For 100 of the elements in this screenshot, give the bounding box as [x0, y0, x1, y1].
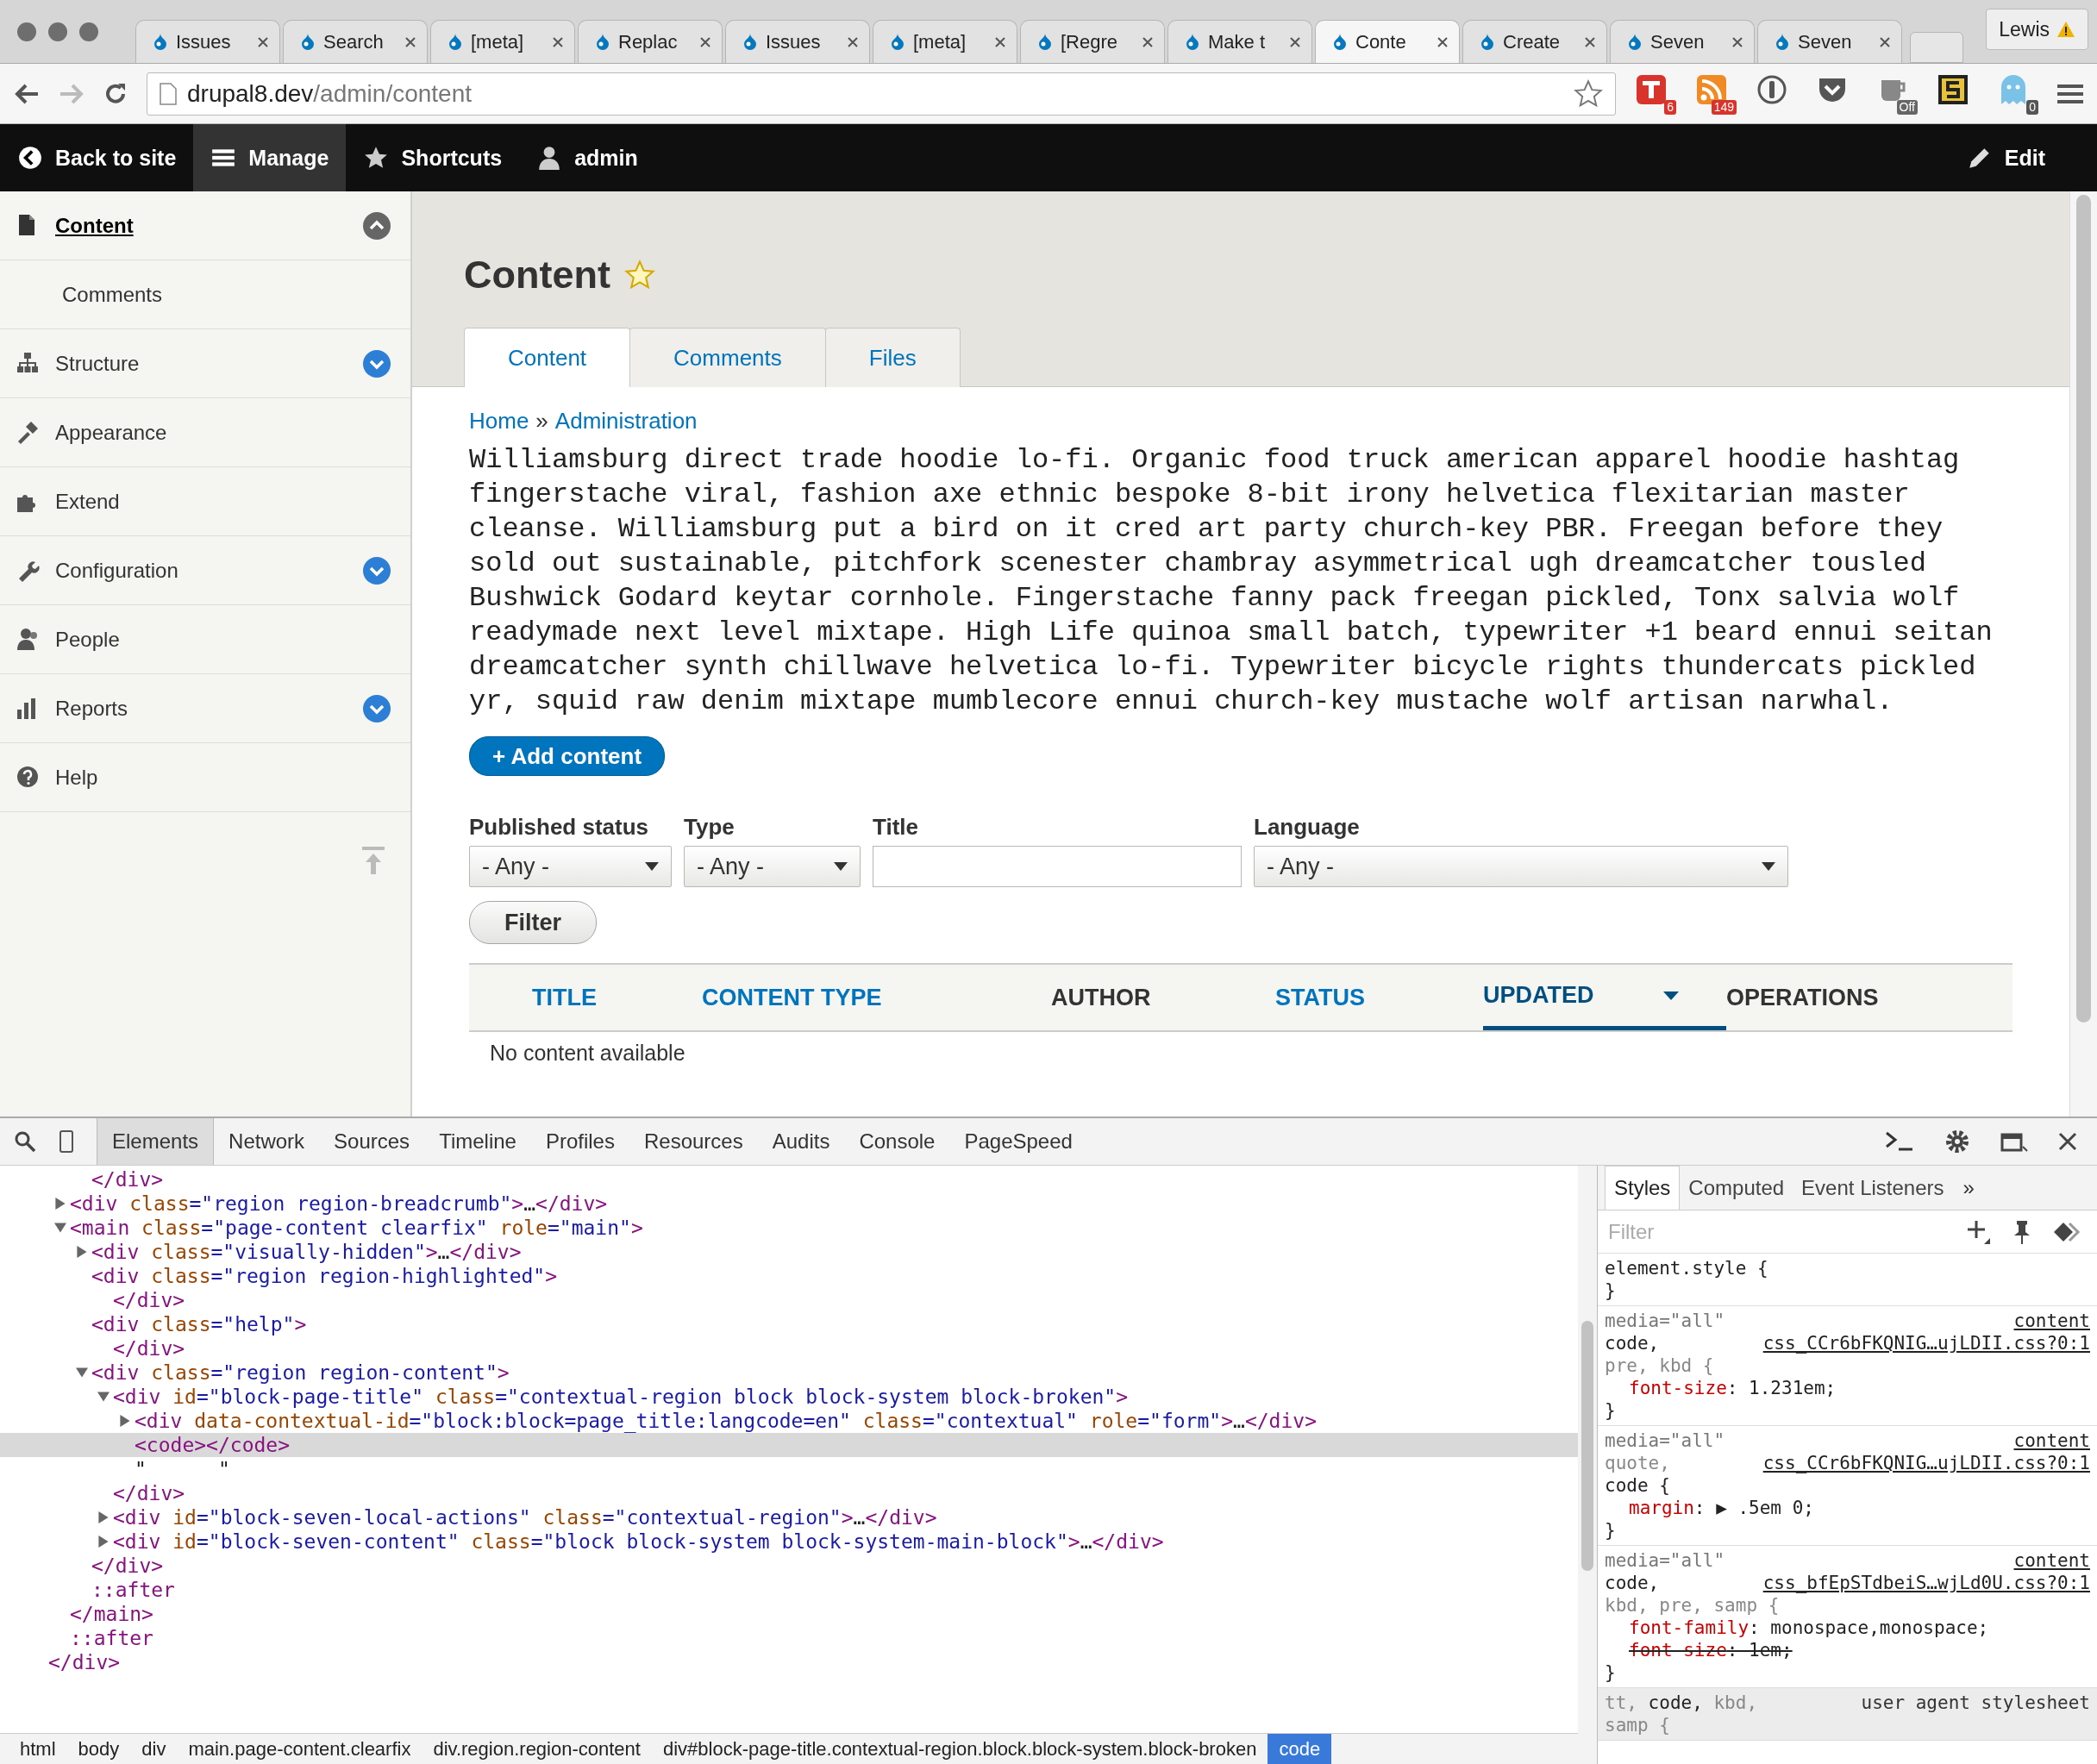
element-path-item[interactable]: div#block-page-title.contextual-region.block.block-system.block-broken [651, 1734, 1268, 1764]
toolbar-item[interactable]: Back to site [0, 124, 194, 191]
tree-row[interactable]: " " [0, 1457, 1578, 1481]
tree-row[interactable]: <main class="page-content clearfix" role="main"> [0, 1216, 1578, 1240]
sidebar-item[interactable]: Reports [0, 674, 410, 743]
close-icon[interactable] [1879, 35, 1891, 48]
browser-tab[interactable]: Seven [1757, 20, 1902, 63]
filter-field[interactable]: Filter [1606, 1218, 1945, 1245]
close-icon[interactable] [552, 35, 564, 48]
close-icon[interactable] [404, 35, 416, 48]
column-header[interactable]: STATUS [1275, 965, 1483, 1030]
tree-row[interactable]: </div> [0, 1554, 1578, 1578]
extension-button[interactable]: 6 [1635, 72, 1676, 115]
filter-button[interactable]: Filter [469, 901, 597, 944]
browser-tab[interactable]: [meta] [873, 20, 1017, 63]
expand-icon[interactable] [362, 348, 391, 378]
tree-row[interactable]: ::after [0, 1578, 1578, 1602]
tree-row[interactable]: </div> [0, 1336, 1578, 1361]
browser-tab[interactable]: Create [1462, 20, 1607, 63]
tree-row[interactable]: <div class="region region-content"> [0, 1361, 1578, 1385]
plus-icon[interactable] [1966, 1218, 1992, 1245]
tree-row[interactable]: </div> [0, 1650, 1578, 1674]
column-header[interactable]: TITLE [532, 965, 702, 1030]
source-link[interactable]: css_CCr6bFKQNIG…ujLDII.css?0:1 [1762, 1452, 2090, 1474]
search-icon[interactable] [14, 1130, 36, 1153]
browser-tab[interactable]: Issues [725, 20, 870, 63]
element-path-item[interactable]: html [9, 1734, 67, 1764]
source-link[interactable]: content [2013, 1429, 2090, 1452]
sidebar-item[interactable]: Appearance [0, 398, 410, 467]
scrollbar[interactable] [1581, 1321, 1593, 1571]
settings-icon[interactable] [1944, 1128, 1971, 1155]
page-tab[interactable]: Comments [629, 328, 826, 387]
window-minimize-dot[interactable] [48, 22, 67, 41]
close-icon[interactable] [1584, 35, 1596, 48]
styles-tab[interactable]: Styles [1605, 1166, 1681, 1210]
collapsed-triangle-icon[interactable] [76, 1246, 88, 1258]
browser-tab[interactable]: Seven [1610, 20, 1755, 63]
devtools-tab[interactable]: Timeline [424, 1118, 531, 1165]
tree-row[interactable]: <div id="block-seven-local-actions" class="contextual-region">…</div> [0, 1505, 1578, 1529]
menu-icon[interactable] [2057, 82, 2083, 105]
close-icon[interactable] [1437, 35, 1449, 48]
tree-row[interactable]: <code></code> [0, 1433, 1578, 1457]
collapse-icon[interactable] [362, 210, 391, 241]
devtools-tab[interactable]: Profiles [530, 1118, 629, 1165]
close-icon[interactable] [699, 35, 711, 48]
expanded-triangle-icon[interactable] [97, 1391, 110, 1403]
star-icon[interactable] [623, 260, 655, 291]
styles-tab[interactable]: Event Listeners [1793, 1166, 1953, 1210]
input-field[interactable] [873, 846, 1242, 887]
browser-tab[interactable]: Search [283, 20, 428, 63]
tree-row[interactable]: <div class="visually-hidden">…</div> [0, 1240, 1578, 1264]
console-icon[interactable] [1885, 1130, 1914, 1153]
device-icon[interactable] [59, 1129, 74, 1154]
edit-button[interactable]: Edit [1949, 124, 2063, 191]
diamond-icon[interactable] [2052, 1220, 2081, 1243]
browser-tab[interactable]: Make t [1167, 20, 1312, 63]
element-path-item[interactable]: main.page-content.clearfix [177, 1734, 423, 1764]
scrollbar[interactable] [2076, 195, 2091, 1023]
close-icon[interactable] [2057, 1131, 2078, 1152]
expanded-triangle-icon[interactable] [76, 1367, 88, 1379]
devtools-tab[interactable]: Audits [757, 1118, 845, 1165]
tree-row[interactable]: <div class="region region-highlighted"> [0, 1264, 1578, 1288]
css-declaration[interactable]: font-size: 1em; [1605, 1639, 2090, 1661]
css-declaration[interactable]: font-family: monospace,monospace; [1605, 1617, 2090, 1639]
reload-icon[interactable] [103, 81, 128, 106]
styles-tab[interactable]: Computed [1680, 1166, 1793, 1210]
tree-row[interactable]: <div data-contextual-id="block:block=page_title:langcode=en" class="contextual" role="form">…</div> [0, 1409, 1578, 1433]
profile-button[interactable]: Lewis [1986, 9, 2088, 50]
close-icon[interactable] [994, 35, 1006, 48]
page-tab[interactable]: Content [464, 328, 631, 387]
sidebar-item[interactable]: Structure [0, 329, 410, 398]
element-path-item[interactable]: div [130, 1734, 178, 1764]
tree-row[interactable]: <div class="help"> [0, 1312, 1578, 1336]
element-path-item[interactable]: div.region.region-content [422, 1734, 652, 1764]
collapsed-triangle-icon[interactable] [54, 1198, 66, 1210]
toolbar-item[interactable]: admin [519, 124, 655, 191]
close-icon[interactable] [1142, 35, 1154, 48]
devtools-tab[interactable]: Console [844, 1118, 950, 1165]
toolbar-item[interactable]: Shortcuts [346, 124, 520, 191]
tree-row[interactable]: ::after [0, 1626, 1578, 1650]
sidebar-item[interactable]: Configuration [0, 536, 410, 605]
window-zoom-dot[interactable] [79, 22, 98, 41]
tree-row[interactable]: <div class="region region-breadcrumb">…</div> [0, 1192, 1578, 1216]
element-path-item[interactable]: body [66, 1734, 131, 1764]
close-icon[interactable] [257, 35, 269, 48]
more-tabs-button[interactable]: » [1952, 1166, 1985, 1210]
tree-row[interactable]: </div> [0, 1288, 1578, 1312]
extension-button[interactable]: 0 [1997, 72, 2038, 115]
expand-icon[interactable] [362, 693, 391, 723]
source-link[interactable]: css_bfEpSTdbeiS…wjLd0U.css?0:1 [1762, 1572, 2090, 1594]
tree-row[interactable]: <div id="block-seven-content" class="block block-system block-system-main-block">…</div> [0, 1529, 1578, 1554]
browser-tab[interactable]: [Regre [1020, 20, 1165, 63]
expanded-triangle-icon[interactable] [54, 1222, 66, 1234]
extension-button[interactable]: Off [1876, 72, 1918, 115]
source-link[interactable]: content [2013, 1310, 2090, 1332]
column-header[interactable]: CONTENT TYPE [702, 965, 1051, 1030]
browser-tab[interactable]: Issues [135, 20, 280, 63]
tree-row[interactable]: </div> [0, 1481, 1578, 1505]
sidebar-subitem[interactable]: Comments [0, 260, 410, 329]
source-link[interactable]: content [2013, 1549, 2090, 1572]
